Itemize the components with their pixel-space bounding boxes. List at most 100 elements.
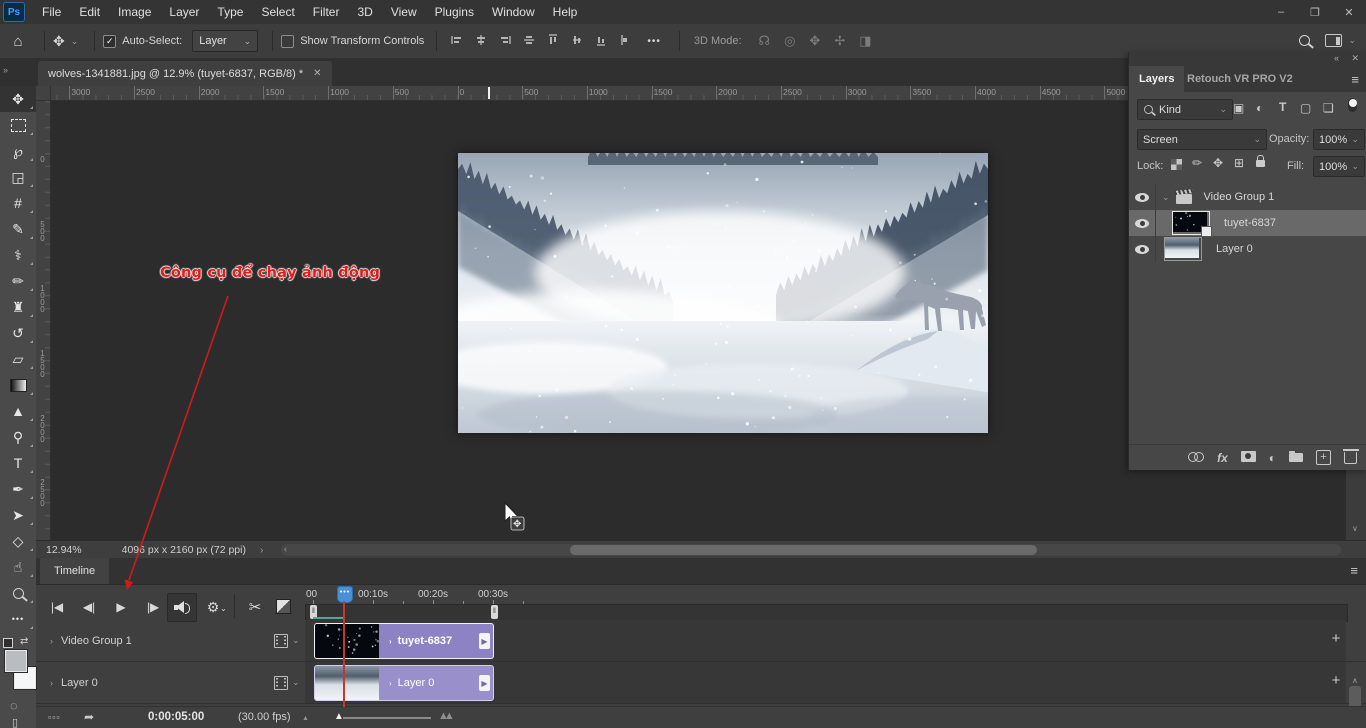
layer-row-video-group-1[interactable]: ⌄ Video Group 1 [1129,184,1366,210]
menu-layer[interactable]: Layer [160,0,208,24]
lock-transparency-icon[interactable] [1171,159,1182,173]
lock-all-icon[interactable] [1256,155,1265,170]
align-bottom-icon[interactable] [595,34,607,49]
filmstrip-icon[interactable] [274,634,288,648]
blend-mode-dropdown[interactable]: Screen⌄ [1137,129,1267,150]
align-top-icon[interactable] [547,34,559,49]
minimize-button[interactable]: – [1264,6,1298,18]
auto-select-dropdown[interactable]: Layer⌄ [192,30,258,52]
canvas-image[interactable] [458,153,988,433]
group-collapse-icon[interactable]: ⌄ [1162,192,1170,203]
filter-toggle[interactable] [1348,98,1357,115]
collapse-panel-icon[interactable]: « [1334,53,1339,63]
zoom-in-timeline-icon[interactable]: ▲▲ [438,710,450,722]
adjustment-layer-icon[interactable]: ◐ [1269,451,1276,465]
previous-frame-button[interactable]: ◀| [76,594,102,620]
search-icon[interactable] [1299,35,1310,49]
transitions-button[interactable] [276,599,291,614]
dodge-tool[interactable]: ⚲ [0,424,36,450]
tool-preset-chevron-icon[interactable]: ⌄ [71,36,79,47]
pen-tool[interactable]: ✒ [0,476,36,502]
layer-row-layer-0[interactable]: Layer 0 [1129,236,1366,262]
clip-layer-0[interactable]: ›Layer 0▶ [314,665,494,701]
visibility-toggle[interactable] [1129,184,1156,210]
add-media-track1-button[interactable]: + [1328,631,1344,647]
lasso-tool[interactable]: ℘ [0,138,36,164]
filter-smart-object-icon[interactable]: ❏ [1323,101,1334,115]
layer-name[interactable]: tuyet-6837 [1224,217,1276,229]
3d-pan-icon[interactable]: ✥ [809,33,820,49]
filter-kind-dropdown[interactable]: Kind ⌄ [1137,99,1233,120]
horizontal-scrollbar[interactable]: ‹ › [281,544,1341,556]
track-expand-icon[interactable]: › [50,636,53,646]
opacity-dropdown[interactable]: 100%⌄ [1313,129,1365,150]
healing-brush-tool[interactable]: ⚕ [0,242,36,268]
eraser-tool[interactable]: ▱ [0,346,36,372]
layer-thumbnail[interactable] [1172,211,1210,235]
menu-image[interactable]: Image [109,0,160,24]
filmstrip-icon[interactable] [274,676,288,690]
layer-row-tuyet-6837[interactable]: tuyet-6837 [1129,210,1366,236]
timeline-menu-icon[interactable]: ≡ [1350,563,1358,578]
menu-window[interactable]: Window [483,0,544,24]
menu-3d[interactable]: 3D [348,0,381,24]
object-selection-tool[interactable]: ◲ [0,164,36,190]
type-tool[interactable]: T [0,450,36,476]
menu-view[interactable]: View [382,0,426,24]
swap-colors-icon[interactable]: ⇄ [20,636,28,647]
filter-adjustment-icon[interactable]: ◐ [1256,101,1263,115]
zoom-level[interactable]: 12.94% [46,544,82,556]
track-options-chevron-icon[interactable]: ⌄ [292,677,300,688]
foreground-color-swatch[interactable] [5,650,27,672]
menu-select[interactable]: Select [252,0,303,24]
document-tab[interactable]: wolves-1341881.jpg @ 12.9% (tuyet-6837, … [38,61,332,86]
filter-type-icon[interactable]: T [1279,100,1286,114]
3d-orbit-icon[interactable]: ☊ [759,33,771,49]
auto-select-checkbox[interactable]: ✓ [103,35,116,48]
close-panel-icon[interactable]: ✕ [1351,53,1359,64]
crop-tool[interactable]: # [0,190,36,216]
menu-type[interactable]: Type [208,0,252,24]
delete-layer-icon[interactable] [1344,448,1357,467]
timeline-zoom-thumb[interactable]: ▲ [334,711,344,722]
layers-menu-icon[interactable]: ≡ [1351,72,1359,87]
next-frame-button[interactable]: |▶ [140,594,166,620]
history-brush-tool[interactable]: ↺ [0,320,36,346]
add-mask-icon[interactable] [1241,451,1256,465]
screen-mode-icon[interactable]: ▯ [12,716,18,728]
close-button[interactable]: ✕ [1332,6,1366,19]
menu-plugins[interactable]: Plugins [426,0,483,24]
layer-style-icon[interactable]: fx [1217,451,1228,465]
menu-help[interactable]: Help [544,0,587,24]
lock-position-icon[interactable]: ✥ [1213,156,1223,170]
timeline-tab[interactable]: Timeline [40,558,109,584]
layer-name[interactable]: Video Group 1 [1204,191,1275,203]
lock-pixels-icon[interactable]: ✏ [1192,156,1202,170]
layer-thumbnail[interactable] [1164,237,1202,261]
align-center-h-icon[interactable] [475,34,487,49]
track-options-chevron-icon[interactable]: ⌄ [292,635,300,646]
tab-retouch-vr-pro[interactable]: Retouch VR PRO V2 [1177,66,1303,92]
work-area-end-handle[interactable]: ‖ [491,605,498,619]
filter-image-icon[interactable]: ▣ [1233,101,1244,115]
blur-tool[interactable]: ▲ [0,398,36,424]
fill-dropdown[interactable]: 100%⌄ [1313,156,1365,177]
document-close-icon[interactable]: ✕ [313,68,321,79]
new-layer-icon[interactable]: + [1316,450,1331,465]
track-header-layer-0[interactable]: ›Layer 0⌄ [36,662,305,703]
render-video-icon[interactable]: ➦ [84,710,94,724]
scroll-left-icon[interactable]: ‹ [284,544,287,554]
panel-overflow-chevrons-icon[interactable]: » [3,65,8,75]
new-group-icon[interactable] [1289,450,1303,465]
first-frame-button[interactable]: |◀ [44,594,70,620]
mute-audio-button[interactable] [167,593,197,622]
add-media-track2-button[interactable]: + [1328,673,1344,689]
distribute-v-icon[interactable] [619,34,631,49]
menu-filter[interactable]: Filter [304,0,349,24]
link-layers-icon[interactable] [1188,452,1204,464]
play-button[interactable]: ▶ [108,594,134,620]
scroll-down-icon[interactable]: ∨ [1352,524,1358,533]
track-header-video-group-1[interactable]: ›Video Group 1⌄ [36,620,305,661]
brush-tool[interactable]: ✏ [0,268,36,294]
show-transform-checkbox[interactable] [281,35,294,48]
